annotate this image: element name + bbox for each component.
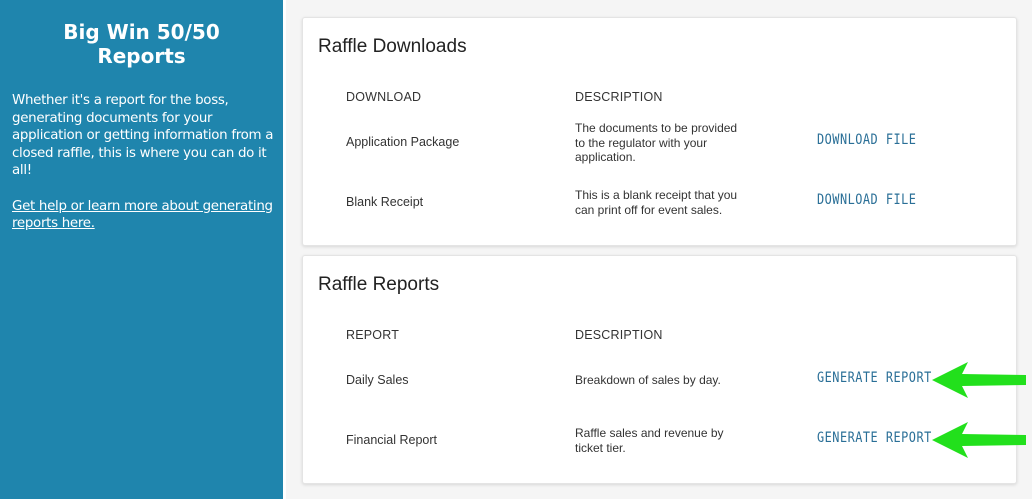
download-name: Blank Receipt	[346, 195, 424, 209]
green-arrow-icon	[932, 422, 1026, 458]
reports-card: Raffle Reports REPORT DESCRIPTION Daily …	[302, 255, 1017, 484]
generate-report-button[interactable]: GENERATE REPORT	[817, 430, 932, 446]
reports-col-description: DESCRIPTION	[575, 328, 663, 342]
report-description: Raffle sales and revenue by ticket tier.	[575, 426, 724, 455]
download-name: Application Package	[346, 135, 460, 149]
reports-title: Raffle Reports	[318, 274, 440, 295]
report-name: Financial Report	[346, 433, 438, 447]
sidebar-description: Whether it's a report for the boss, gene…	[12, 93, 274, 178]
sidebar: Big Win 50/50 Reports Whether it's a rep…	[0, 0, 283, 499]
download-description: This is a blank receipt that you can pri…	[575, 188, 738, 217]
downloads-col-description: DESCRIPTION	[575, 90, 663, 104]
download-description: The documents to be provided to the regu…	[575, 121, 738, 164]
help-link[interactable]: Get help or learn more about generating …	[12, 198, 274, 233]
report-name: Daily Sales	[346, 373, 409, 387]
download-file-button[interactable]: DOWNLOAD FILE	[817, 132, 916, 148]
sidebar-divider	[283, 0, 286, 499]
reports-col-name: REPORT	[346, 328, 400, 342]
generate-report-button[interactable]: GENERATE REPORT	[817, 370, 932, 386]
downloads-title: Raffle Downloads	[318, 36, 467, 57]
report-description: Breakdown of sales by day.	[575, 373, 721, 387]
sidebar-title: Big Win 50/50 Reports	[63, 20, 220, 68]
green-arrow-icon	[932, 362, 1026, 398]
downloads-col-name: DOWNLOAD	[346, 90, 422, 104]
download-file-button[interactable]: DOWNLOAD FILE	[817, 192, 916, 208]
downloads-card: Raffle Downloads DOWNLOAD DESCRIPTION Ap…	[302, 17, 1017, 246]
